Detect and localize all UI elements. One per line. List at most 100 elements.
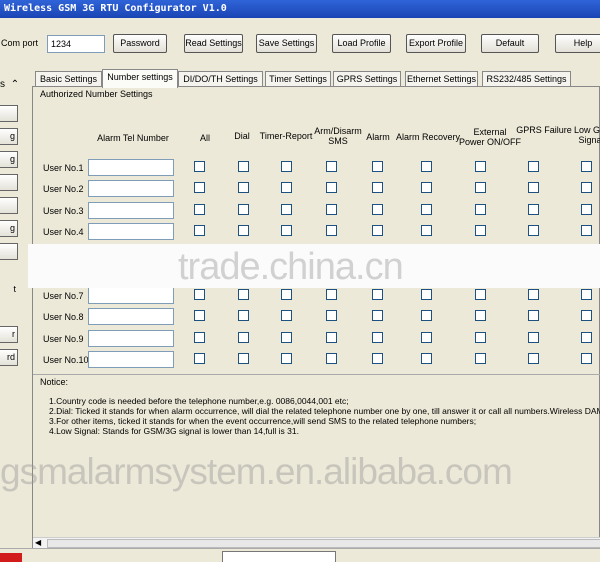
checkbox-col-5[interactable] [372, 310, 383, 321]
checkbox-col-5[interactable] [372, 182, 383, 193]
checkbox-col-6[interactable] [421, 182, 432, 193]
checkbox-col-3[interactable] [281, 353, 292, 364]
export-profile-button[interactable]: Export Profile [406, 34, 466, 53]
checkbox-col-2[interactable] [238, 353, 249, 364]
checkbox-col-3[interactable] [281, 161, 292, 172]
checkbox-col-9[interactable] [581, 353, 592, 364]
checkbox-col-9[interactable] [581, 182, 592, 193]
checkbox-col-4[interactable] [326, 225, 337, 236]
checkbox-col-3[interactable] [281, 289, 292, 300]
checkbox-col-8[interactable] [528, 204, 539, 215]
alarm-tel-number-input[interactable] [88, 180, 174, 197]
checkbox-col-1[interactable] [194, 204, 205, 215]
checkbox-col-1[interactable] [194, 225, 205, 236]
checkbox-col-6[interactable] [421, 353, 432, 364]
checkbox-col-2[interactable] [238, 225, 249, 236]
checkbox-col-8[interactable] [528, 310, 539, 321]
checkbox-col-4[interactable] [326, 353, 337, 364]
alarm-tel-number-input[interactable] [88, 308, 174, 325]
checkbox-col-9[interactable] [581, 225, 592, 236]
checkbox-col-5[interactable] [372, 225, 383, 236]
alarm-tel-number-input[interactable] [88, 223, 174, 240]
scroll-thumb[interactable] [47, 539, 600, 548]
checkbox-col-8[interactable] [528, 225, 539, 236]
checkbox-col-2[interactable] [238, 182, 249, 193]
checkbox-col-7[interactable] [475, 204, 486, 215]
default-button[interactable]: Default [481, 34, 539, 53]
alarm-tel-number-input[interactable] [88, 202, 174, 219]
tab-number-settings[interactable]: Number settings [102, 69, 178, 88]
tab-di-do-th-settings[interactable]: DI/DO/TH Settings [178, 71, 263, 87]
save-settings-button[interactable]: Save Settings [256, 34, 317, 53]
checkbox-col-6[interactable] [421, 310, 432, 321]
left-panel-button-4[interactable] [0, 174, 18, 191]
checkbox-col-3[interactable] [281, 332, 292, 343]
left-panel-button-3[interactable]: g [0, 151, 18, 168]
checkbox-col-6[interactable] [421, 204, 432, 215]
checkbox-col-5[interactable] [372, 204, 383, 215]
checkbox-col-2[interactable] [238, 204, 249, 215]
checkbox-col-6[interactable] [421, 332, 432, 343]
checkbox-col-3[interactable] [281, 310, 292, 321]
left-panel-button-10[interactable]: rd [0, 349, 18, 366]
horizontal-scrollbar[interactable]: ◀ [33, 537, 600, 548]
checkbox-col-6[interactable] [421, 289, 432, 300]
help-button[interactable]: Help [555, 34, 600, 53]
checkbox-col-4[interactable] [326, 332, 337, 343]
checkbox-col-4[interactable] [326, 310, 337, 321]
checkbox-col-2[interactable] [238, 332, 249, 343]
checkbox-col-3[interactable] [281, 204, 292, 215]
checkbox-col-5[interactable] [372, 289, 383, 300]
checkbox-col-7[interactable] [475, 225, 486, 236]
load-profile-button[interactable]: Load Profile [332, 34, 391, 53]
checkbox-col-5[interactable] [372, 161, 383, 172]
checkbox-col-2[interactable] [238, 161, 249, 172]
checkbox-col-1[interactable] [194, 332, 205, 343]
checkbox-col-9[interactable] [581, 332, 592, 343]
checkbox-col-7[interactable] [475, 182, 486, 193]
left-panel-button-7[interactable] [0, 243, 18, 260]
checkbox-col-1[interactable] [194, 289, 205, 300]
password-field[interactable]: 1234 [47, 35, 105, 53]
checkbox-col-4[interactable] [326, 289, 337, 300]
left-panel-button-2[interactable]: g [0, 128, 18, 145]
checkbox-col-1[interactable] [194, 310, 205, 321]
left-panel-button-1[interactable] [0, 105, 18, 122]
checkbox-col-3[interactable] [281, 182, 292, 193]
checkbox-col-7[interactable] [475, 353, 486, 364]
checkbox-col-8[interactable] [528, 182, 539, 193]
checkbox-col-3[interactable] [281, 225, 292, 236]
password-button[interactable]: Password [113, 34, 167, 53]
checkbox-col-4[interactable] [326, 182, 337, 193]
checkbox-col-8[interactable] [528, 161, 539, 172]
read-settings-button[interactable]: Read Settings [184, 34, 243, 53]
left-panel-button-9[interactable]: r [0, 326, 18, 343]
alarm-tel-number-input[interactable] [88, 287, 174, 304]
checkbox-col-4[interactable] [326, 161, 337, 172]
checkbox-col-1[interactable] [194, 182, 205, 193]
alarm-tel-number-input[interactable] [88, 159, 174, 176]
checkbox-col-7[interactable] [475, 332, 486, 343]
alarm-tel-number-input[interactable] [88, 351, 174, 368]
checkbox-col-9[interactable] [581, 161, 592, 172]
checkbox-col-2[interactable] [238, 289, 249, 300]
checkbox-col-7[interactable] [475, 161, 486, 172]
checkbox-col-8[interactable] [528, 332, 539, 343]
checkbox-col-8[interactable] [528, 353, 539, 364]
tab-timer-settings[interactable]: Timer Settings [265, 71, 331, 87]
tab-gprs-settings[interactable]: GPRS Settings [333, 71, 401, 87]
alarm-tel-number-input[interactable] [88, 330, 174, 347]
checkbox-col-4[interactable] [326, 204, 337, 215]
left-panel-button-6[interactable]: g [0, 220, 18, 237]
checkbox-col-1[interactable] [194, 353, 205, 364]
tab-basic-settings[interactable]: Basic Settings [35, 71, 102, 87]
checkbox-col-5[interactable] [372, 353, 383, 364]
checkbox-col-7[interactable] [475, 289, 486, 300]
checkbox-col-9[interactable] [581, 289, 592, 300]
left-panel-button-8[interactable]: t [0, 282, 18, 299]
scroll-left-arrow-icon[interactable]: ◀ [35, 538, 41, 548]
left-panel-button-5[interactable] [0, 197, 18, 214]
tab-rs232-485-settings[interactable]: RS232/485 Settings [482, 71, 571, 87]
checkbox-col-8[interactable] [528, 289, 539, 300]
checkbox-col-2[interactable] [238, 310, 249, 321]
